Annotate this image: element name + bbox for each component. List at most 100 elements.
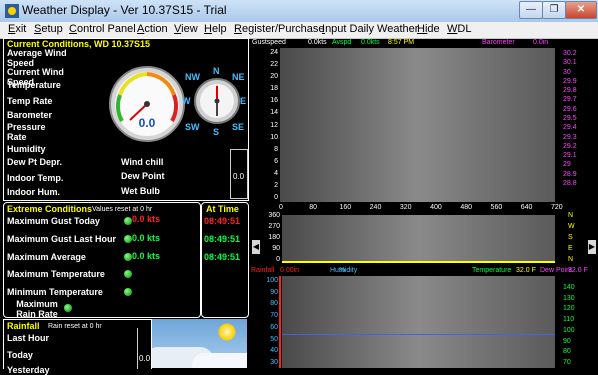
direction-compass-tick: N bbox=[568, 256, 574, 263]
wind-barometer-graph: Gustspeed 0.0kts Avspd 0.0kts 8:57 PM Ba… bbox=[250, 38, 598, 212]
humidity-line bbox=[282, 334, 555, 335]
wind-axis-tick: 8 bbox=[274, 145, 278, 153]
indoor-value-box: 0.0 bbox=[230, 149, 248, 199]
minimize-button[interactable]: — bbox=[519, 1, 543, 19]
rain-value: 0.0 bbox=[139, 354, 151, 363]
barometer-axis-tick: 29.5 bbox=[563, 115, 577, 122]
min-temperature-label: Minimum Temperature bbox=[7, 287, 103, 297]
barometer-axis-tick: 30.1 bbox=[563, 59, 577, 67]
close-button[interactable]: ✕ bbox=[565, 1, 597, 19]
rainfall-graph-label: Rainfall bbox=[251, 267, 275, 274]
indoor-value: 0.0 bbox=[233, 172, 245, 181]
menu-wdl[interactable]: WDL bbox=[447, 23, 471, 35]
direction-plot bbox=[282, 215, 555, 263]
title-bar: Weather Display - Ver 10.37S15 - Trial —… bbox=[0, 0, 598, 23]
direction-compass-tick: W bbox=[568, 223, 575, 230]
compass-s: S bbox=[213, 127, 220, 137]
graph-time: 8:57 PM bbox=[388, 39, 415, 46]
temp-rate-label: Temp Rate bbox=[7, 96, 53, 106]
gust-value: 0.0kts bbox=[308, 39, 327, 46]
max-average-time: 08:49:51 bbox=[204, 252, 241, 262]
wind-axis-tick: 16 bbox=[270, 97, 278, 105]
barometer-axis-tick: 29.9 bbox=[563, 77, 577, 85]
compass-n: N bbox=[213, 66, 220, 76]
barometer-axis-tick: 30.2 bbox=[563, 50, 577, 57]
time-axis-tick: 400 bbox=[430, 204, 442, 211]
barometer-axis-tick: 28.8 bbox=[563, 180, 577, 187]
menu-register-purchase[interactable]: Register/Purchase bbox=[234, 23, 325, 35]
pressure-rate-label: Pressure Rate bbox=[7, 122, 46, 142]
humidity-axis-tick: 100 bbox=[266, 277, 278, 284]
temperature-axis-tick: 100 bbox=[563, 326, 575, 334]
wind-axis-tick: 22 bbox=[270, 61, 278, 69]
wind-axis-tick: 4 bbox=[274, 169, 278, 177]
max-average-value: 0.0 kts bbox=[132, 251, 161, 261]
menu-control-panel[interactable]: Control Panel bbox=[69, 23, 136, 35]
max-gust-hour-value: 0.0 kts bbox=[132, 233, 161, 243]
humidity-axis-tick: 50 bbox=[270, 335, 278, 343]
max-gust-today-label: Maximum Gust Today bbox=[7, 216, 100, 226]
barometer-axis-tick: 29.8 bbox=[563, 87, 577, 95]
barometer-axis-tick: 29.7 bbox=[563, 96, 577, 104]
menu-input-daily-weather[interactable]: Input Daily Weather bbox=[322, 23, 418, 35]
app-icon bbox=[5, 4, 19, 18]
menu-view[interactable]: View bbox=[174, 23, 198, 35]
scroll-right-button[interactable]: ▶ bbox=[588, 240, 596, 254]
dew-point-graph-value: 32.0 F bbox=[568, 267, 588, 274]
compass-ne: NE bbox=[232, 72, 245, 82]
rain-yesterday-label: Yesterday bbox=[7, 365, 50, 375]
rainfall-bar bbox=[279, 276, 281, 368]
rainfall-reset-note: Rain reset at 0 hr bbox=[48, 323, 102, 330]
max-gust-hour-label: Maximum Gust Last Hour bbox=[7, 234, 117, 244]
wind-axis-tick: 0 bbox=[274, 194, 278, 201]
barometer-graph-value: 0.0in bbox=[533, 39, 549, 46]
menu-bar: Exit Setup Control Panel Action View Hel… bbox=[0, 22, 598, 39]
min-temperature-indicator bbox=[124, 288, 132, 296]
wind-chill-label: Wind chill bbox=[121, 157, 164, 167]
max-rain-rate-indicator bbox=[64, 304, 72, 312]
wind-speed-gauge: 0.0 bbox=[109, 66, 185, 142]
rainfall-graph-value: 0.00in bbox=[280, 267, 300, 274]
restore-button[interactable]: ❐ bbox=[542, 1, 566, 19]
wind-axis-tick: 24 bbox=[270, 49, 278, 56]
time-axis-tick: 720 bbox=[551, 204, 563, 211]
direction-degrees-tick: 360 bbox=[268, 212, 280, 219]
menu-setup[interactable]: Setup bbox=[34, 23, 63, 35]
temperature-graph-label: Temperature bbox=[472, 267, 512, 274]
window-title: Weather Display - Ver 10.37S15 - Trial bbox=[22, 3, 227, 17]
temperature-axis-tick: 130 bbox=[563, 294, 575, 302]
humidity-axis-tick: 60 bbox=[270, 323, 278, 331]
time-axis-tick: 240 bbox=[369, 204, 382, 211]
wind-axis-tick: 20 bbox=[270, 73, 278, 81]
compass-se: SE bbox=[232, 122, 245, 132]
max-temperature-indicator bbox=[124, 270, 132, 278]
wind-axis-tick: 2 bbox=[274, 181, 278, 189]
barometer-axis-tick: 29.1 bbox=[563, 152, 577, 160]
wind-direction-graph: ◀ ▶ 360 270 180 90 0 N W S E N bbox=[250, 212, 598, 266]
menu-help[interactable]: Help bbox=[204, 23, 227, 35]
avg-speed-value: 0.0kts bbox=[361, 39, 380, 46]
rainfall-header: Rainfall bbox=[7, 321, 40, 331]
max-gust-today-time: 08:49:51 bbox=[204, 216, 241, 226]
rainfall-panel: Rainfall Rain reset at 0 hr Last Hour To… bbox=[3, 319, 152, 375]
current-conditions-panel: Current Conditions, WD 10.37S15 Average … bbox=[3, 38, 249, 201]
compass-sw: SW bbox=[185, 122, 200, 132]
indoor-hum-label: Indoor Hum. bbox=[7, 187, 60, 197]
wind-graph-plot bbox=[280, 48, 555, 202]
temperature-axis-tick: 120 bbox=[563, 305, 575, 313]
menu-hide[interactable]: Hide bbox=[417, 23, 440, 35]
wind-axis-tick: 10 bbox=[270, 133, 278, 141]
scroll-left-button[interactable]: ◀ bbox=[252, 240, 260, 254]
humidity-label: Humidity bbox=[7, 144, 46, 154]
menu-action[interactable]: Action bbox=[137, 23, 168, 35]
wind-axis-tick: 12 bbox=[270, 121, 278, 129]
humidity-graph-unit: % bbox=[339, 267, 346, 274]
time-axis-tick: 0 bbox=[279, 204, 283, 211]
avg-wind-speed-label: Average Wind Speed bbox=[7, 48, 67, 68]
temp-graph-plot bbox=[282, 276, 555, 368]
menu-exit[interactable]: Exit bbox=[8, 23, 26, 35]
direction-compass-tick: N bbox=[568, 212, 574, 219]
max-gust-hour-time: 08:49:51 bbox=[204, 234, 241, 244]
wet-bulb-label: Wet Bulb bbox=[121, 186, 160, 196]
wind-axis-tick: 14 bbox=[270, 109, 278, 117]
